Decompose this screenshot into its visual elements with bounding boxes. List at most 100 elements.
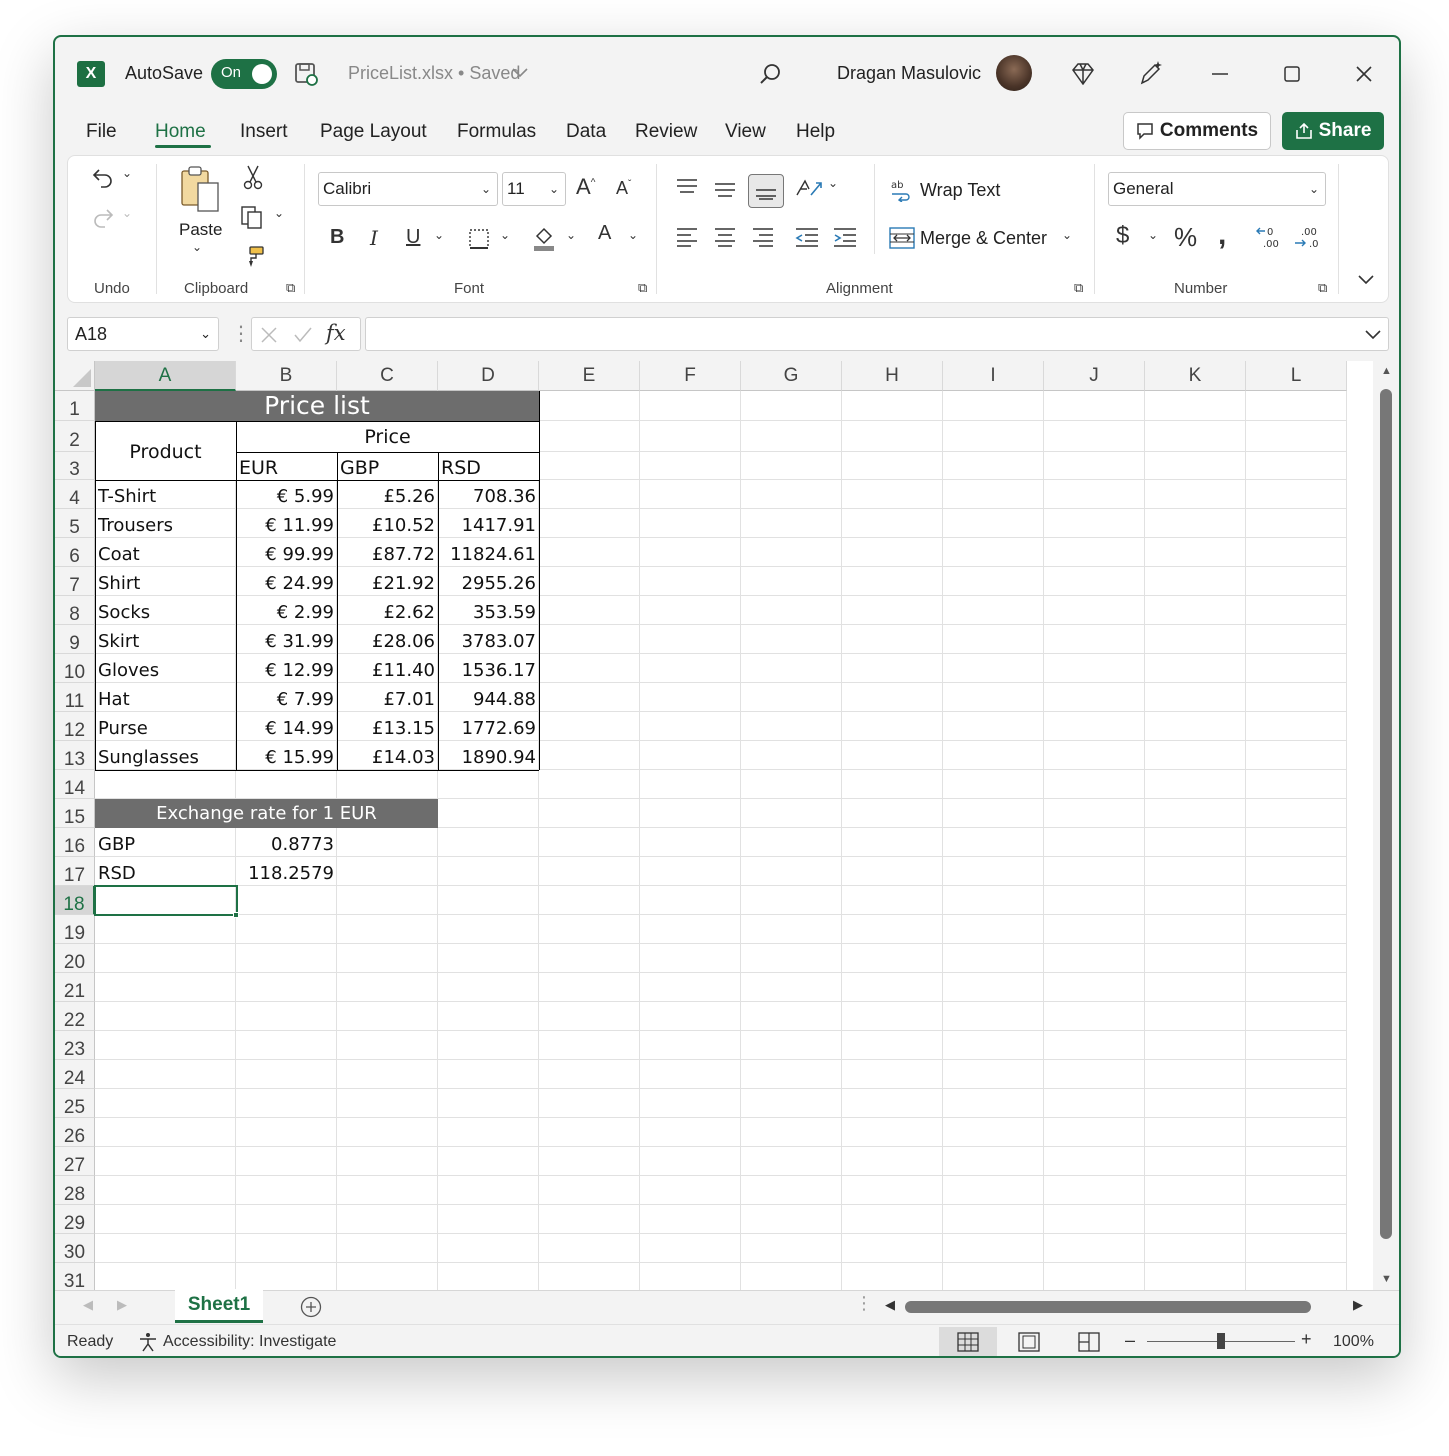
cell[interactable] [741, 421, 842, 452]
menu-review[interactable]: Review [635, 121, 697, 143]
undo-icon[interactable] [88, 162, 118, 192]
cell[interactable] [236, 1031, 337, 1060]
cell[interactable] [1044, 770, 1145, 799]
cell[interactable] [1044, 828, 1145, 857]
cell[interactable] [438, 1176, 539, 1205]
diamond-icon[interactable] [1068, 59, 1098, 89]
cell[interactable] [337, 1002, 438, 1031]
save-sync-icon[interactable] [291, 59, 321, 89]
cell[interactable] [1145, 915, 1246, 944]
cell[interactable] [337, 886, 438, 915]
cell[interactable] [842, 1263, 943, 1290]
cell[interactable] [1246, 886, 1347, 915]
cell[interactable] [539, 1118, 640, 1147]
cell[interactable] [640, 683, 741, 712]
cell-value[interactable]: £14.03 [337, 741, 438, 770]
expand-formula-icon[interactable] [1364, 326, 1382, 344]
cell-value[interactable]: £11.40 [337, 654, 438, 683]
comments-button[interactable]: Comments [1123, 112, 1271, 150]
cell[interactable] [1246, 741, 1347, 770]
cell[interactable] [1044, 1263, 1145, 1290]
cell[interactable] [539, 712, 640, 741]
cell-value[interactable]: Hat [95, 683, 236, 712]
cell[interactable] [943, 770, 1044, 799]
cell[interactable] [438, 973, 539, 1002]
cell[interactable] [943, 1147, 1044, 1176]
cell[interactable] [539, 421, 640, 452]
cell-value[interactable]: £13.15 [337, 712, 438, 741]
cell-value[interactable]: 118.2579 [236, 857, 337, 886]
cell-value[interactable]: RSD [95, 857, 236, 886]
cell[interactable] [943, 452, 1044, 480]
cell[interactable] [943, 480, 1044, 509]
increase-font-icon[interactable]: A^ [576, 174, 595, 200]
row-header[interactable]: 8 [55, 596, 95, 625]
cell[interactable] [943, 538, 1044, 567]
cell[interactable] [640, 1060, 741, 1089]
cell-value[interactable]: € 2.99 [236, 596, 337, 625]
row-header[interactable]: 23 [55, 1031, 95, 1060]
row-header[interactable]: 26 [55, 1118, 95, 1147]
cell[interactable] [640, 1089, 741, 1118]
cell[interactable] [741, 654, 842, 683]
cell[interactable] [539, 799, 640, 828]
cell[interactable] [842, 712, 943, 741]
cell[interactable] [1145, 596, 1246, 625]
cell-value[interactable]: 353.59 [438, 596, 539, 625]
undo-dropdown-icon[interactable]: ⌄ [122, 166, 132, 180]
cell[interactable] [842, 1205, 943, 1234]
cell[interactable] [1246, 596, 1347, 625]
cell[interactable] [1246, 1263, 1347, 1290]
row-header[interactable]: 9 [55, 625, 95, 654]
cell[interactable] [640, 596, 741, 625]
cell-value[interactable]: 1536.17 [438, 654, 539, 683]
currency-header[interactable]: RSD [438, 452, 539, 480]
font-color-dropdown-icon[interactable]: ⌄ [628, 228, 638, 242]
page-break-view-button[interactable] [1060, 1327, 1118, 1356]
cell[interactable] [741, 828, 842, 857]
cell[interactable] [1044, 1176, 1145, 1205]
orientation-dropdown-icon[interactable]: ⌄ [828, 176, 838, 190]
cell-value[interactable]: £87.72 [337, 538, 438, 567]
cell[interactable] [741, 1234, 842, 1263]
borders-dropdown-icon[interactable]: ⌄ [500, 228, 510, 242]
prev-sheet-icon[interactable]: ◀ [83, 1297, 93, 1313]
cell[interactable] [1044, 1002, 1145, 1031]
cell[interactable] [943, 828, 1044, 857]
cell[interactable] [1246, 915, 1347, 944]
cell[interactable] [438, 944, 539, 973]
zoom-slider-thumb[interactable] [1217, 1333, 1225, 1349]
cell[interactable] [842, 1031, 943, 1060]
cell[interactable] [741, 741, 842, 770]
row-header[interactable]: 21 [55, 973, 95, 1002]
cell-value[interactable]: € 99.99 [236, 538, 337, 567]
cell[interactable] [438, 1060, 539, 1089]
cell[interactable] [95, 944, 236, 973]
cell[interactable] [741, 886, 842, 915]
column-header[interactable]: G [741, 361, 842, 391]
menu-formulas[interactable]: Formulas [457, 121, 536, 143]
currency-header[interactable]: GBP [337, 452, 438, 480]
cell-value[interactable]: £21.92 [337, 567, 438, 596]
decrease-indent-icon[interactable] [792, 222, 822, 252]
cell[interactable] [640, 480, 741, 509]
cell[interactable] [1044, 625, 1145, 654]
cell[interactable] [943, 1002, 1044, 1031]
cell[interactable] [1044, 567, 1145, 596]
cell[interactable] [842, 886, 943, 915]
cell[interactable] [842, 915, 943, 944]
cell[interactable] [1044, 799, 1145, 828]
column-header[interactable]: A [95, 361, 236, 391]
cell[interactable] [1044, 1031, 1145, 1060]
cell[interactable] [438, 1118, 539, 1147]
cell[interactable] [842, 538, 943, 567]
cell[interactable] [1044, 683, 1145, 712]
cell[interactable] [539, 1089, 640, 1118]
cell[interactable] [1044, 1147, 1145, 1176]
cell[interactable] [1246, 770, 1347, 799]
cell-value[interactable]: £5.26 [337, 480, 438, 509]
cell-value[interactable]: 11824.61 [438, 538, 539, 567]
cell[interactable] [1145, 741, 1246, 770]
cell[interactable] [943, 973, 1044, 1002]
cell[interactable] [640, 452, 741, 480]
